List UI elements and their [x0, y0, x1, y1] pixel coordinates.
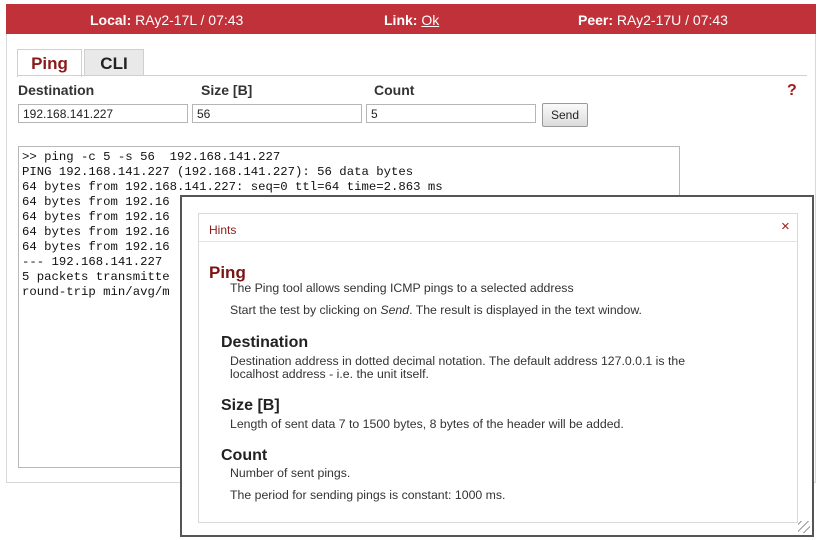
tab-cli[interactable]: CLI: [84, 49, 144, 76]
hint-start-text: Start the test by clicking on Send. The …: [230, 303, 642, 317]
size-hint-text: Length of sent data 7 to 1500 bytes, 8 b…: [230, 417, 624, 431]
output-line: >> ping -c 5 -s 56 192.168.141.227: [22, 150, 281, 164]
destination-hint-text: Destination address in dotted decimal no…: [230, 354, 686, 381]
link-status: Link: Ok: [384, 12, 440, 28]
status-bar: Local: RAy2-17L / 07:43 Link: Ok Peer: R…: [6, 4, 816, 35]
help-icon[interactable]: ?: [787, 82, 797, 100]
close-icon[interactable]: ×: [781, 218, 790, 235]
local-status: Local: RAy2-17L / 07:43: [90, 12, 244, 28]
peer-status: Peer: RAy2-17U / 07:43: [578, 12, 728, 28]
destination-label: Destination: [18, 82, 95, 98]
count-hint-text: Number of sent pings.: [230, 466, 351, 480]
count-input[interactable]: [366, 104, 536, 123]
count-label: Count: [374, 82, 415, 98]
tab-divider: [17, 75, 807, 76]
destination-hint-heading: Destination: [221, 334, 309, 351]
count-period-text: The period for sending pings is constant…: [230, 488, 506, 502]
peer-value: RAy2-17U / 07:43: [616, 12, 728, 28]
size-label: Size [B]: [201, 82, 253, 98]
hints-content: Hints × Ping The Ping tool allows sendin…: [198, 213, 798, 523]
hints-dialog[interactable]: Hints × Ping The Ping tool allows sendin…: [180, 195, 814, 537]
count-hint-heading: Count: [221, 447, 268, 464]
size-hint-heading: Size [B]: [221, 397, 280, 414]
output-line: 64 bytes from 192.168.141.227: seq=0 ttl…: [22, 180, 443, 194]
size-input[interactable]: [192, 104, 362, 123]
output-line: PING 192.168.141.227 (192.168.141.227): …: [22, 165, 414, 179]
hints-heading: Ping: [209, 263, 246, 282]
link-status-link[interactable]: Ok: [421, 12, 439, 28]
local-value: RAy2-17L / 07:43: [135, 12, 244, 28]
destination-input[interactable]: [18, 104, 188, 123]
hint-intro-text: The Ping tool allows sending ICMP pings …: [230, 281, 574, 295]
hints-title: Hints: [209, 223, 237, 237]
hints-divider: [199, 241, 797, 242]
send-button[interactable]: Send: [542, 103, 588, 127]
resize-grip-icon[interactable]: [798, 521, 810, 533]
tab-ping[interactable]: Ping: [17, 49, 82, 77]
